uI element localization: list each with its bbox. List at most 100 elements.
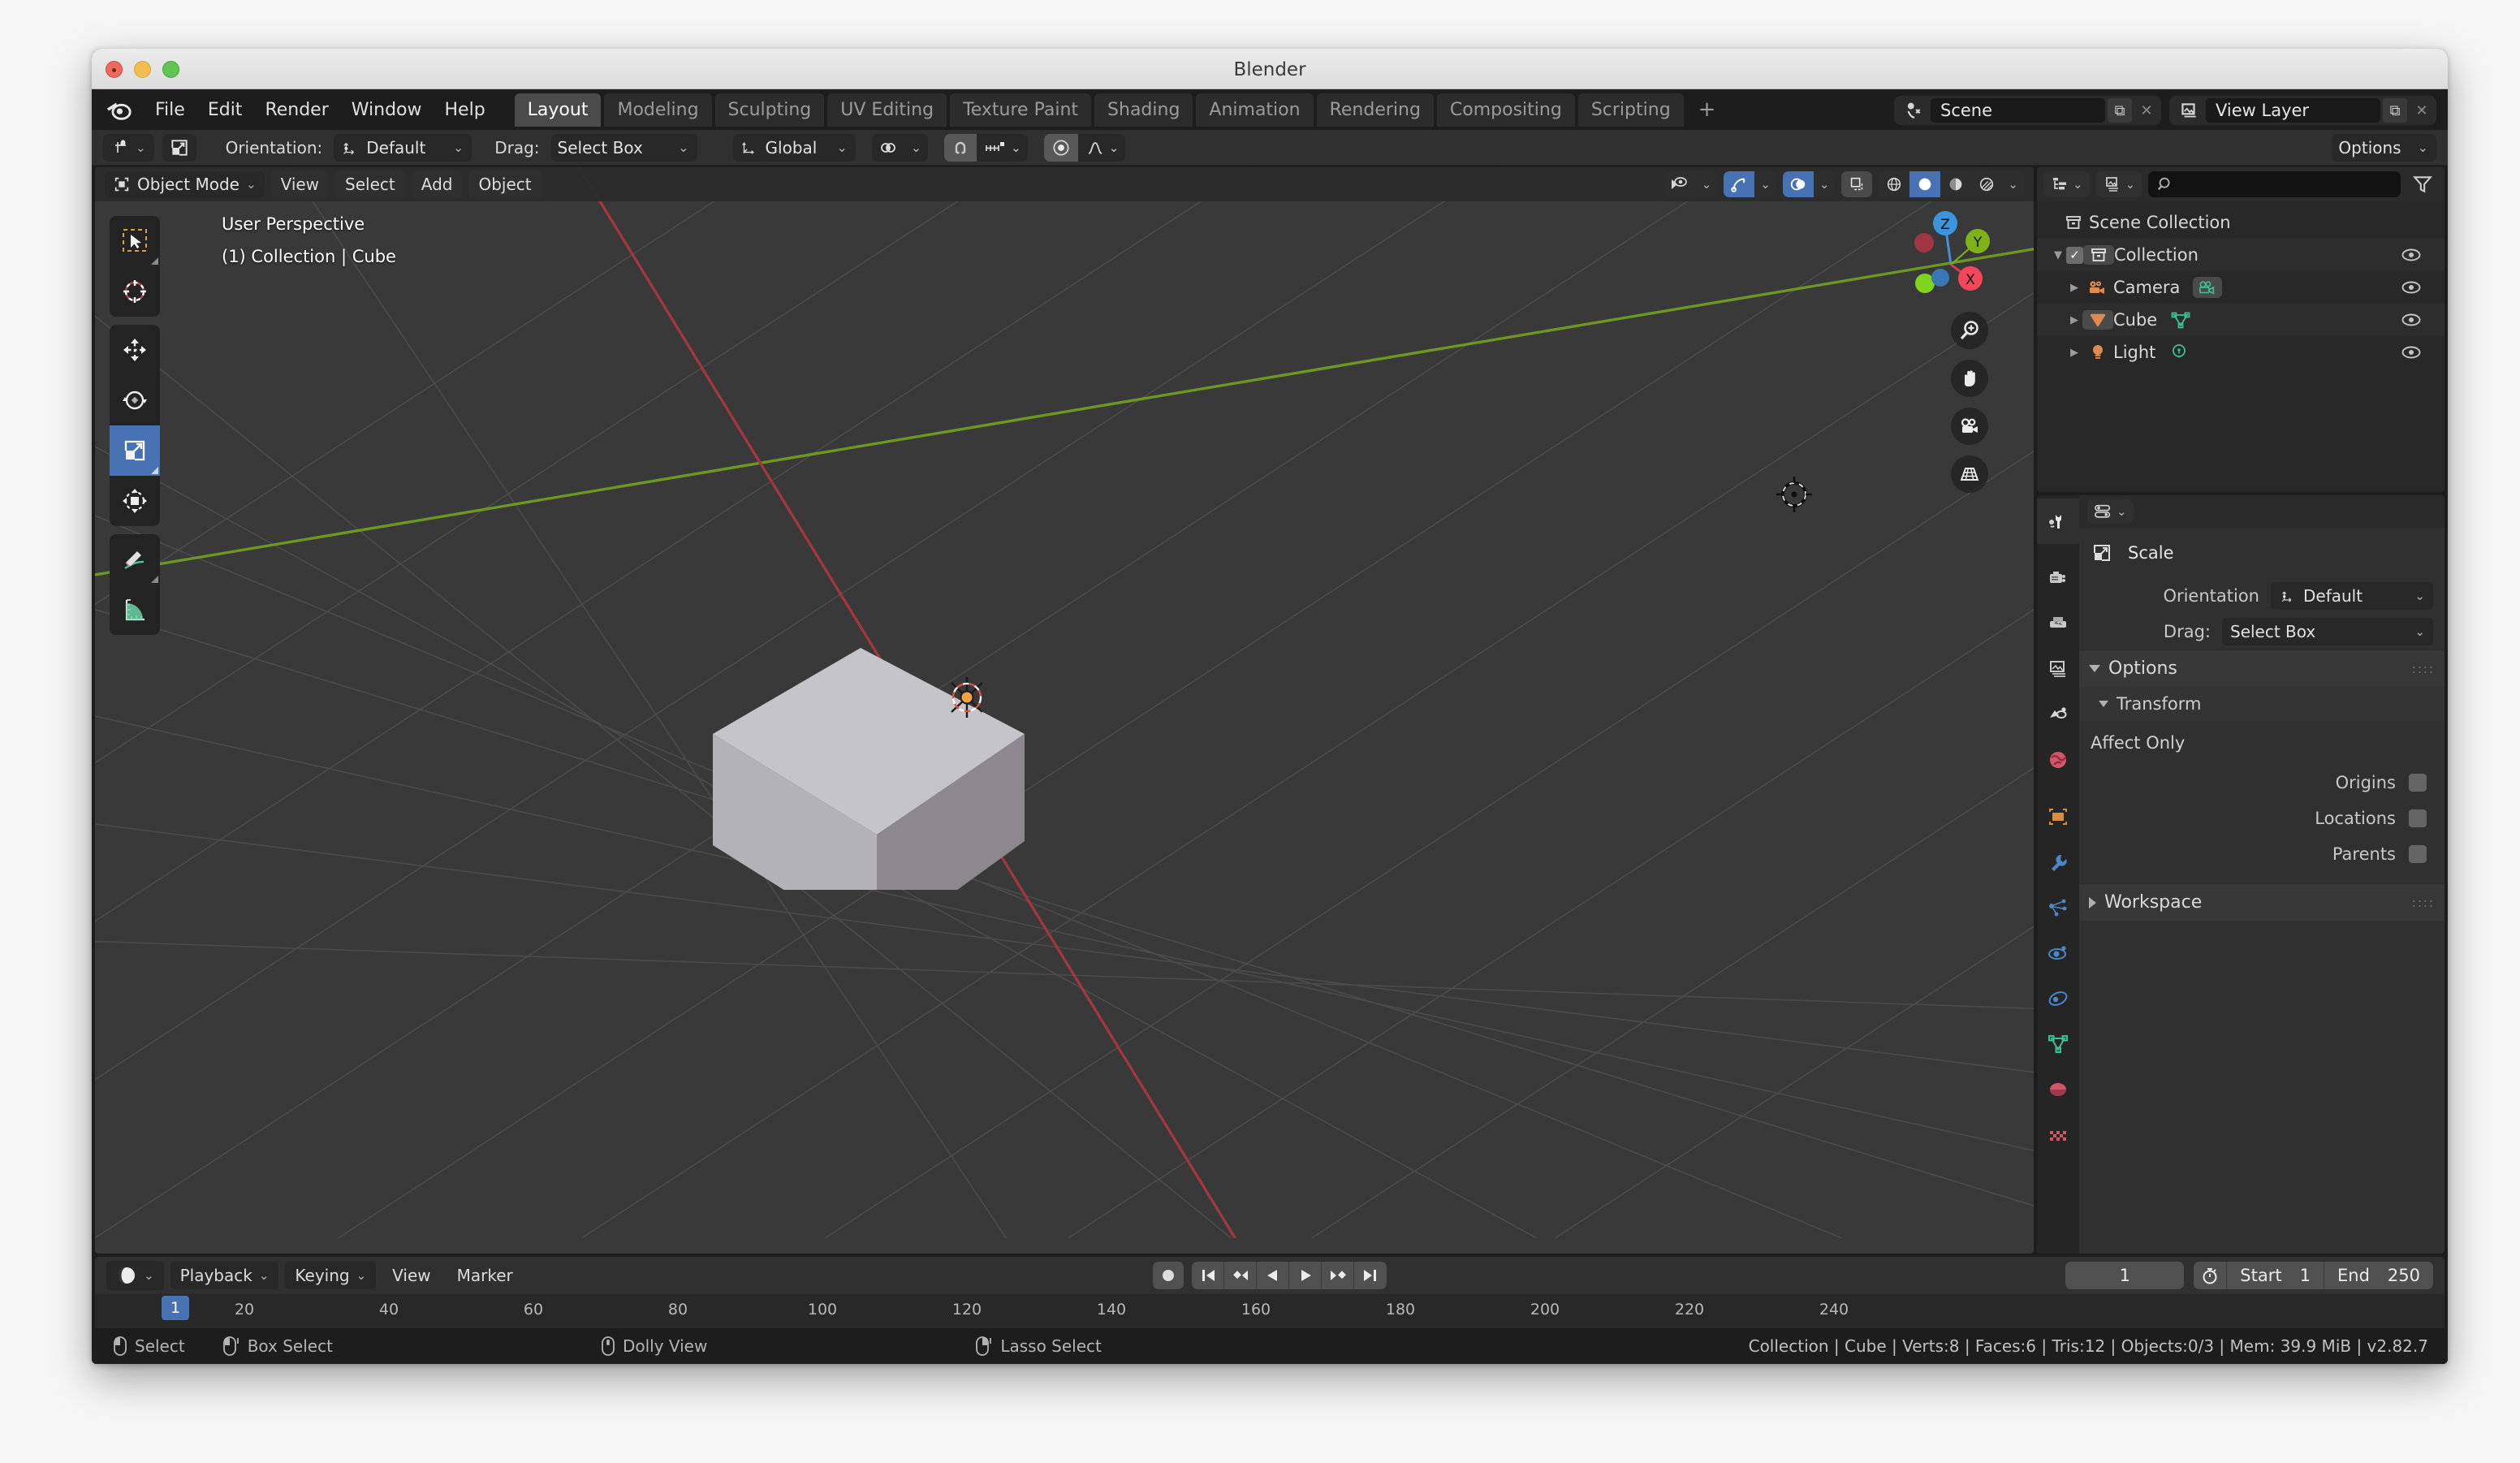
timeline-editor-icon[interactable]: ⌄ (106, 1261, 164, 1290)
view-layer-selector[interactable]: View Layer ⧉ ✕ (2169, 96, 2436, 125)
next-keyframe-icon[interactable] (1322, 1262, 1354, 1289)
camera-data-icon[interactable] (2193, 277, 2222, 298)
timeline-menu-playback[interactable]: Playback ⌄ (170, 1262, 279, 1289)
transform-tool[interactable] (110, 476, 160, 526)
visibility-eye-icon[interactable] (2401, 312, 2422, 328)
object-tab[interactable] (2037, 794, 2079, 839)
timeline-playhead[interactable]: 1 (162, 1296, 189, 1320)
origins-checkbox[interactable] (2409, 774, 2427, 792)
end-frame-field[interactable]: End 250 (2324, 1262, 2433, 1289)
object-mode-dropdown[interactable]: Object Mode ⌄ (105, 171, 265, 197)
snap-target-dropdown[interactable]: ⌄ (872, 134, 928, 162)
overlays-dropdown-icon[interactable]: ⌄ (1814, 171, 1836, 197)
outliner-row-cube[interactable]: ▶ Cube (2037, 304, 2444, 336)
outliner-row-collection[interactable]: ▼ ✓ Collection (2037, 239, 2444, 271)
view-layer-tab[interactable] (2037, 646, 2079, 692)
tab-texture-paint[interactable]: Texture Paint (950, 93, 1091, 127)
prev-keyframe-icon[interactable] (1224, 1262, 1257, 1289)
funnel-icon[interactable] (2407, 174, 2438, 195)
current-frame-field[interactable]: 1 (2065, 1262, 2184, 1289)
collection-checkbox[interactable]: ✓ (2066, 247, 2083, 264)
tab-sculpting[interactable]: Sculpting (715, 93, 825, 127)
disclosure-triangle-collection[interactable]: ▼ (2050, 249, 2066, 261)
material-tab[interactable] (2037, 1067, 2079, 1112)
tab-layout[interactable]: Layout (515, 93, 602, 127)
object-data-tab[interactable] (2037, 1021, 2079, 1067)
menu-help[interactable]: Help (434, 95, 497, 125)
tab-uv-editing[interactable]: UV Editing (827, 93, 947, 127)
play-reverse-icon[interactable] (1257, 1262, 1289, 1289)
shading-dropdown-icon[interactable]: ⌄ (2002, 171, 2024, 197)
remove-scene-button[interactable]: ✕ (2134, 98, 2159, 123)
world-tab[interactable] (2037, 737, 2079, 783)
viewport-menu-object[interactable]: Object (468, 170, 541, 198)
select-box-tool[interactable] (110, 216, 160, 266)
particles-tab[interactable] (2037, 885, 2079, 930)
jump-start-icon[interactable] (1192, 1262, 1224, 1289)
camera-icon[interactable] (1951, 408, 1988, 445)
gizmo-icon[interactable] (1724, 171, 1754, 197)
tab-shading[interactable]: Shading (1094, 93, 1193, 127)
orientation-dropdown[interactable]: Default ⌄ (334, 134, 472, 162)
new-scene-button[interactable]: ⧉ (2108, 98, 2132, 123)
outliner-row-scene-collection[interactable]: Scene Collection (2037, 206, 2444, 239)
drag-dropdown[interactable]: Select Box ⌄ (551, 134, 697, 162)
tab-animation[interactable]: Animation (1196, 93, 1313, 127)
viewport-menu-view[interactable]: View (271, 170, 329, 198)
view-layer-name[interactable]: View Layer (2206, 98, 2380, 123)
shading-rendered-icon[interactable] (1971, 171, 2002, 197)
magnet-icon[interactable] (944, 134, 977, 162)
outliner-row-light[interactable]: ▶ Light (2037, 336, 2444, 369)
light-data-icon[interactable] (2168, 343, 2190, 362)
menu-render[interactable]: Render (253, 95, 339, 125)
filter-id-icon[interactable]: ⌄ (2096, 171, 2142, 197)
menu-file[interactable]: File (144, 95, 196, 125)
gizmo-dropdown-icon[interactable]: ⌄ (1754, 171, 1776, 197)
visibility-icon[interactable] (1663, 171, 1696, 197)
outliner-row-camera[interactable]: ▶ Camera (2037, 271, 2444, 304)
outliner-search-input[interactable] (2148, 171, 2401, 197)
active-tool-icon[interactable] (162, 134, 196, 162)
move-tool[interactable] (110, 325, 160, 375)
measure-tool[interactable] (110, 585, 160, 635)
annotate-tool[interactable] (110, 534, 160, 585)
add-workspace-button[interactable]: + (1687, 94, 1728, 125)
proportional-edit-icon[interactable] (1044, 134, 1078, 162)
play-icon[interactable] (1289, 1262, 1322, 1289)
tool-properties-icon[interactable]: ⌄ (2087, 499, 2134, 524)
physics-tab[interactable] (2037, 930, 2079, 976)
panel-grip[interactable]: :::: (2412, 895, 2435, 910)
viewport-menu-select[interactable]: Select (335, 170, 405, 198)
hand-icon[interactable] (1951, 360, 1988, 397)
shading-solid-icon[interactable] (1909, 171, 1940, 197)
stopwatch-icon[interactable] (2194, 1266, 2226, 1285)
timeline-menu-view[interactable]: View (382, 1262, 440, 1289)
tool-tab[interactable] (2037, 498, 2079, 544)
locations-checkbox[interactable] (2409, 809, 2427, 827)
xray-icon[interactable] (1841, 171, 1872, 197)
parents-checkbox[interactable] (2409, 845, 2427, 863)
properties-options-section[interactable]: Options :::: (2079, 650, 2444, 687)
visibility-dropdown-icon[interactable]: ⌄ (1696, 171, 1718, 197)
visibility-eye-icon[interactable] (2401, 344, 2422, 360)
mesh-data-icon[interactable] (2170, 310, 2191, 330)
navigation-gizmo[interactable]: Z Y X (1902, 198, 2000, 296)
options-dropdown[interactable]: Options ⌄ (2332, 134, 2436, 162)
tab-rendering[interactable]: Rendering (1317, 93, 1434, 127)
viewport-3d[interactable]: Object Mode ⌄ View Select Add Object (95, 167, 2034, 1254)
editor-type-icon[interactable]: ⌄ (103, 134, 154, 162)
smooth-falloff-icon[interactable]: ⌄ (1078, 134, 1126, 162)
new-view-layer-button[interactable]: ⧉ (2383, 98, 2407, 123)
properties-workspace-section[interactable]: Workspace :::: (2079, 883, 2444, 921)
rotate-tool[interactable] (110, 375, 160, 425)
scene-tab[interactable] (2037, 692, 2079, 737)
transform-orientation-dropdown[interactable]: Global ⌄ (733, 134, 856, 162)
constraints-tab[interactable] (2037, 976, 2079, 1021)
properties-transform-subsection[interactable]: Transform (2079, 687, 2444, 721)
zoom-icon[interactable] (1951, 312, 1988, 349)
menu-edit[interactable]: Edit (196, 95, 254, 125)
visibility-eye-icon[interactable] (2401, 279, 2422, 296)
blender-logo-icon[interactable] (105, 96, 132, 123)
record-icon[interactable] (1153, 1262, 1184, 1289)
panel-grip[interactable]: :::: (2412, 662, 2435, 676)
